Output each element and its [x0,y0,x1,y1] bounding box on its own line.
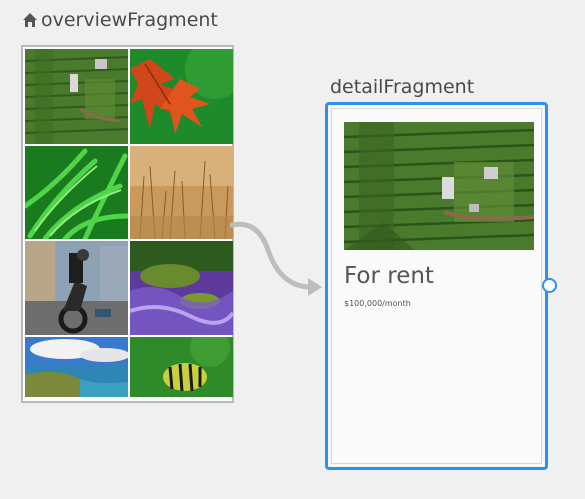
detail-fragment-title: detailFragment [330,76,475,98]
overview-fragment-title: overviewFragment [22,9,218,31]
photo-grid [25,49,233,399]
photo-dry-grass[interactable] [130,146,233,239]
detail-heading: For rent [344,263,434,289]
navigation-arrow[interactable] [230,215,330,305]
detail-fragment[interactable]: For rent $100,000/month [325,102,548,470]
overview-fragment-label: overviewFragment [41,9,218,31]
home-icon [23,13,37,27]
photo-maple-leaves[interactable] [130,49,233,144]
detail-photo-aerial-farm [344,122,534,250]
photo-aerial-farm[interactable] [25,49,128,144]
photo-green-grass[interactable] [25,146,128,239]
detail-fragment-preview: For rent $100,000/month [331,108,542,464]
photo-coastline[interactable] [25,337,128,397]
overview-fragment[interactable] [21,45,234,403]
photo-motorcycle-stunt[interactable] [25,241,128,335]
photo-purple-moss[interactable] [130,241,233,335]
connection-handle[interactable] [542,278,557,293]
detail-price: $100,000/month [344,299,411,308]
photo-caterpillar[interactable] [130,337,233,397]
